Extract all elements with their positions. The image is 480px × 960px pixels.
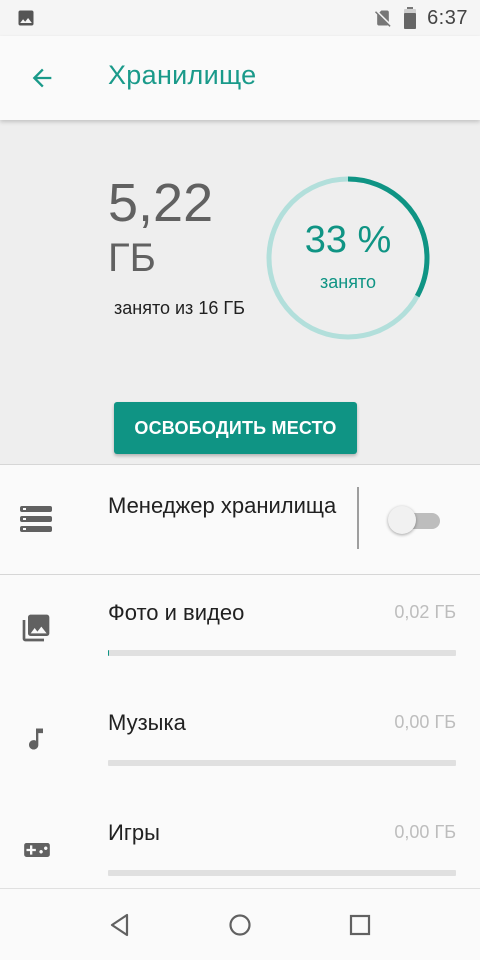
used-percent-caption: занято [319, 272, 376, 292]
used-caption: занято из 16 ГБ [114, 298, 245, 318]
category-usage-bar [108, 870, 456, 876]
category-size: 0,00 ГБ [394, 822, 456, 842]
back-triangle-icon [110, 913, 129, 937]
no-sim-icon [373, 7, 393, 29]
toggle-thumb [388, 506, 416, 534]
free-up-space-button[interactable]: ОСВОБОДИТЬ МЕСТО [114, 402, 357, 454]
storage-icon [20, 506, 52, 537]
used-value: 5,22 [108, 173, 214, 233]
status-time: 6:37 [427, 6, 468, 29]
category-size: 0,00 ГБ [394, 712, 456, 732]
notification-image-icon [16, 8, 36, 28]
storage-manager-toggle[interactable] [388, 505, 442, 535]
category-label: Музыка [108, 710, 186, 735]
storage-summary: 5,22 ГБ занято из 16 ГБ 33 % занято ОСВО… [0, 120, 480, 464]
divider [0, 574, 480, 575]
home-circle-icon [229, 914, 251, 936]
category-row-music[interactable]: Музыка 0,00 ГБ [0, 688, 480, 798]
recents-square-icon [349, 914, 371, 936]
battery-icon [403, 7, 417, 29]
storage-manager-label: Менеджер хранилища [108, 493, 337, 518]
arrow-back-icon [32, 68, 52, 88]
category-label: Игры [108, 820, 160, 845]
page-title: Хранилище [108, 60, 257, 90]
category-size: 0,02 ГБ [394, 602, 456, 622]
used-percent: 33 % [304, 219, 392, 261]
gamepad-icon [20, 836, 54, 869]
nav-back-button[interactable] [106, 911, 134, 939]
category-label: Фото и видео [108, 600, 245, 625]
back-button[interactable] [26, 64, 58, 92]
storage-manager-row[interactable]: Менеджер хранилища [0, 465, 480, 574]
status-bar: 6:37 [0, 0, 480, 36]
photo-library-icon [20, 612, 52, 649]
nav-home-button[interactable] [226, 911, 254, 939]
app-bar: Хранилище [0, 36, 480, 120]
used-unit: ГБ [108, 236, 156, 280]
category-row-photos[interactable]: Фото и видео 0,02 ГБ [0, 578, 480, 688]
category-usage-bar [108, 760, 456, 766]
category-usage-bar [108, 650, 456, 656]
system-nav-bar [0, 888, 480, 960]
music-note-icon [22, 724, 50, 759]
vertical-divider [357, 487, 359, 549]
nav-recents-button[interactable] [346, 911, 374, 939]
